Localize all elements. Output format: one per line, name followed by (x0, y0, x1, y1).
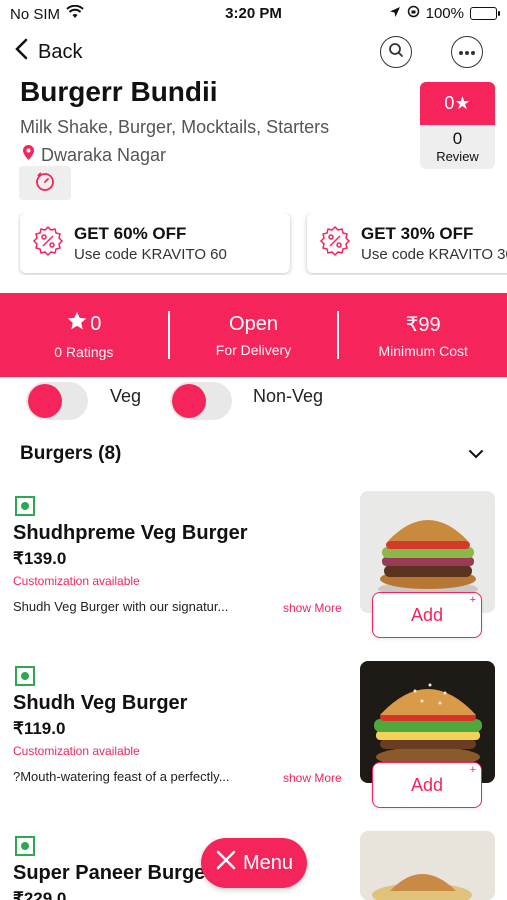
ratings-label: 0 Ratings (54, 344, 114, 360)
offer-code: Use code KRAVITO 30 (361, 245, 507, 263)
restaurant-cuisine: Milk Shake, Burger, Mocktails, Starters (20, 117, 330, 137)
ratings-stat: 0 0 Ratings (0, 293, 168, 377)
burger-image (360, 831, 495, 900)
status-bar: No SIM 3:20 PM 100% (0, 0, 507, 28)
item-price: ₹139.0 (13, 549, 67, 568)
item-description: ?Mouth-watering feast of a perfectly... (13, 769, 230, 784)
battery-percent: 100% (425, 5, 464, 22)
veg-icon (15, 496, 35, 516)
menu-fab-button[interactable]: Menu (201, 838, 307, 888)
delivery-label: For Delivery (215, 341, 292, 358)
item-price: ₹119.0 (13, 719, 66, 738)
add-button[interactable]: Add + (372, 592, 482, 638)
ratings-value: 0 (90, 312, 102, 335)
item-price: ₹229.0 (13, 889, 67, 900)
add-button[interactable]: Add + (372, 762, 482, 808)
back-button[interactable]: Back (14, 38, 82, 66)
stats-band: 0 0 Ratings Open For Delivery ₹99 Minimu… (0, 293, 507, 377)
item-name: Shudhpreme Veg Burger (13, 522, 248, 544)
restaurant-location: Dwaraka Nagar (22, 144, 166, 166)
more-options-button[interactable] (451, 36, 483, 68)
restaurant-name: Burgerr Bundii (20, 76, 218, 107)
cutlery-icon (215, 849, 237, 877)
more-icon (458, 43, 476, 61)
location-arrow-icon (389, 5, 401, 22)
min-cost-value: ₹99 (405, 313, 441, 336)
chevron-down-icon[interactable] (468, 446, 484, 464)
timer-icon (34, 170, 56, 197)
add-label: Add (410, 604, 444, 625)
nonveg-label: Non-Veg (253, 386, 324, 406)
review-label: Review (436, 149, 479, 164)
delivery-stat: Open For Delivery (170, 293, 338, 377)
show-more-link[interactable]: show More (283, 601, 342, 615)
offer-code: Use code KRAVITO 60 (74, 245, 227, 263)
location-text: Dwaraka Nagar (41, 144, 167, 165)
map-pin-icon (22, 144, 35, 166)
search-button[interactable] (380, 36, 412, 68)
item-name: Shudh Veg Burger (13, 692, 188, 714)
battery-icon (470, 7, 500, 20)
section-title[interactable]: Burgers (8) (20, 443, 121, 465)
delivery-value: Open (229, 312, 278, 335)
offer-title: GET 30% OFF (361, 223, 474, 243)
min-cost-stat: ₹99 Minimum Cost (339, 293, 507, 377)
review-count: 0 (452, 129, 463, 148)
item-name: Super Paneer Burger (13, 862, 214, 884)
offers-carousel[interactable]: GET 60% OFF Use code KRAVITO 60 GET 30% … (18, 213, 507, 275)
plus-icon: + (469, 594, 476, 606)
search-icon (388, 42, 404, 63)
discount-icon (319, 225, 351, 262)
star-icon (66, 310, 88, 338)
rating-review-card[interactable]: 0★ 0 Review (420, 82, 495, 169)
veg-icon (15, 666, 35, 686)
menu-item: Shudhpreme Veg Burger ₹139.0 Customizati… (0, 491, 507, 654)
rotation-lock-icon (407, 5, 420, 22)
veg-icon (15, 836, 35, 856)
menu-label: Menu (242, 851, 294, 874)
status-right: 100% (389, 5, 500, 22)
show-more-link[interactable]: show More (283, 771, 342, 785)
menu-item: Shudh Veg Burger ₹119.0 Customization av… (0, 661, 507, 824)
rating-badge: 0★ (420, 82, 495, 125)
discount-icon (32, 225, 64, 262)
min-cost-label: Minimum Cost (378, 342, 468, 359)
chevron-left-icon (14, 38, 28, 66)
veg-toggle[interactable] (26, 382, 88, 420)
offer-card[interactable]: GET 60% OFF Use code KRAVITO 60 (20, 213, 290, 273)
offer-title: GET 60% OFF (74, 223, 187, 243)
plus-icon: + (469, 764, 476, 776)
customization-note: Customization available (13, 574, 140, 588)
add-label: Add (410, 774, 444, 795)
veg-label: Veg (110, 386, 142, 406)
offer-card[interactable]: GET 30% OFF Use code KRAVITO 30 (307, 213, 507, 273)
nonveg-toggle[interactable] (170, 382, 232, 420)
back-label: Back (38, 40, 83, 63)
item-description: Shudh Veg Burger with our signatur... (13, 599, 229, 614)
customization-note: Customization available (13, 744, 140, 758)
timer-badge (19, 166, 71, 200)
top-nav: Back (0, 34, 507, 72)
